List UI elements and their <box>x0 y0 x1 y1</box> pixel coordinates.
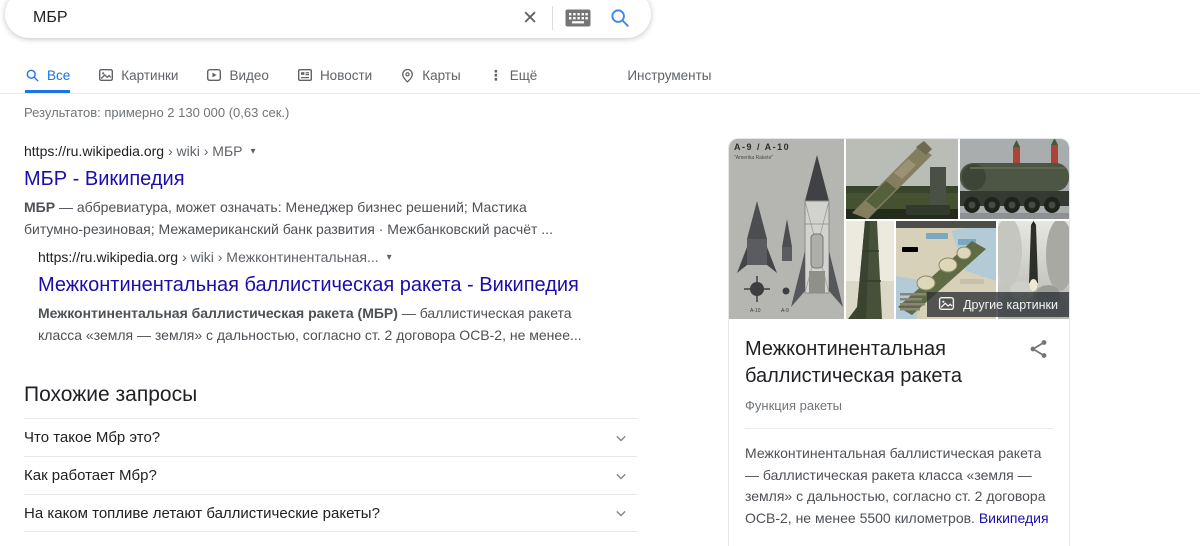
search-icon <box>25 68 40 83</box>
tab-news-label: Новости <box>320 68 372 83</box>
tab-maps[interactable]: Карты <box>400 58 460 93</box>
dropdown-arrow-icon[interactable]: ▾ <box>387 252 392 263</box>
chevron-down-icon[interactable] <box>611 503 631 523</box>
related-question-3[interactable]: На каком топливе летают баллистические р… <box>24 494 637 532</box>
tab-video[interactable]: Видео <box>206 58 268 93</box>
result-1-snippet-bold: МБР <box>24 199 55 215</box>
keyboard-icon[interactable] <box>553 9 603 27</box>
related-questions-heading: Похожие запросы <box>24 383 637 407</box>
result-1-domain: https://ru.wikipedia.org <box>24 143 164 159</box>
svg-text:A-9: A-9 <box>781 308 789 314</box>
result-1-snippet: МБР — аббревиатура, может означать: Мене… <box>24 196 586 240</box>
result-2-domain: https://ru.wikipedia.org <box>38 249 178 265</box>
images-icon <box>98 67 114 83</box>
tab-all[interactable]: Все <box>25 58 70 93</box>
related-question-3-label: На каком топливе летают баллистические р… <box>24 505 380 522</box>
share-icon[interactable] <box>1028 338 1050 365</box>
result-2-breadcrumb: › wiki › Межконтинентальная... <box>178 249 379 265</box>
knowledge-panel-title: Межконтинентальная баллистическая ракета <box>745 336 1017 390</box>
result-1-url[interactable]: https://ru.wikipedia.org › wiki › МБР ▾ <box>24 141 624 161</box>
video-icon <box>206 67 222 83</box>
tab-news[interactable]: Новости <box>297 58 372 93</box>
maps-pin-icon <box>400 68 415 83</box>
more-dots-icon: ⋮ <box>489 67 503 84</box>
more-images-button[interactable]: Другие картинки <box>927 292 1069 317</box>
related-question-2[interactable]: Как работает Мбр? <box>24 456 637 494</box>
search-bar[interactable]: МБР ✕ <box>5 0 651 38</box>
search-tabs-bar: Все Картинки Видео <box>0 58 1200 94</box>
tools-button[interactable]: Инструменты <box>627 58 711 93</box>
result-2-snippet-bold: Межконтинентальная баллистическая ракета… <box>38 305 398 321</box>
tab-all-label: Все <box>47 68 70 83</box>
knowledge-panel-subtitle: Функция ракеты <box>745 398 1053 413</box>
related-question-2-label: Как работает Мбр? <box>24 467 157 484</box>
chevron-down-icon[interactable] <box>611 428 631 448</box>
result-2-url[interactable]: https://ru.wikipedia.org › wiki › Межкон… <box>38 247 628 267</box>
search-result-2: https://ru.wikipedia.org › wiki › Межкон… <box>38 247 628 346</box>
search-result-1: https://ru.wikipedia.org › wiki › МБР ▾ … <box>24 141 624 240</box>
tab-video-label: Видео <box>229 68 268 83</box>
knowledge-panel-description: Межконтинентальная баллистическая ракета… <box>729 429 1069 529</box>
related-question-1[interactable]: Что такое Мбр это? <box>24 418 637 456</box>
svg-text:A-10: A-10 <box>750 308 761 314</box>
search-submit-icon[interactable] <box>603 7 635 29</box>
a9-label: A-9 / A-10 <box>734 142 790 152</box>
search-input[interactable]: МБР <box>33 9 516 27</box>
kp-image-a9-a10-drawing[interactable]: A-9 / A-10 "Amerika Rakete" <box>729 139 844 319</box>
tab-maps-label: Карты <box>422 68 460 83</box>
chevron-down-icon[interactable] <box>611 466 631 486</box>
tab-more[interactable]: ⋮ Ещё <box>489 58 538 93</box>
result-stats: Результатов: примерно 2 130 000 (0,63 се… <box>24 105 289 120</box>
knowledge-panel-image-collage: A-9 / A-10 "Amerika Rakete" <box>729 139 1069 319</box>
image-icon <box>938 295 955 315</box>
news-icon <box>297 67 313 83</box>
tab-more-label: Ещё <box>510 68 538 83</box>
kp-image-topol-transporter[interactable] <box>960 139 1069 219</box>
knowledge-panel-header: Межконтинентальная баллистическая ракета… <box>729 319 1069 429</box>
result-1-title[interactable]: МБР - Википедия <box>24 166 624 192</box>
kp-image-green-missile[interactable] <box>846 221 894 319</box>
related-questions-section: Похожие запросы Что такое Мбр это? Как р… <box>24 383 637 532</box>
a9-sublabel: "Amerika Rakete" <box>734 155 773 161</box>
dropdown-arrow-icon[interactable]: ▾ <box>250 146 255 157</box>
knowledge-panel-divider <box>745 428 1053 429</box>
result-2-snippet: Межконтинентальная баллистическая ракета… <box>38 302 583 346</box>
related-question-1-label: Что такое Мбр это? <box>24 429 160 446</box>
more-images-label: Другие картинки <box>963 298 1058 312</box>
result-1-snippet-rest: — аббревиатура, может означать: Менеджер… <box>24 199 553 237</box>
tab-images[interactable]: Картинки <box>98 58 178 93</box>
tab-images-label: Картинки <box>121 68 178 83</box>
clear-icon[interactable]: ✕ <box>516 9 552 28</box>
kp-image-missile-erecting[interactable] <box>846 139 958 219</box>
result-1-breadcrumb: › wiki › МБР <box>164 143 242 159</box>
knowledge-panel: A-9 / A-10 "Amerika Rakete" <box>728 138 1070 546</box>
result-2-title[interactable]: Межконтинентальная баллистическая ракета… <box>38 272 628 298</box>
wikipedia-link[interactable]: Википедия <box>979 510 1049 526</box>
